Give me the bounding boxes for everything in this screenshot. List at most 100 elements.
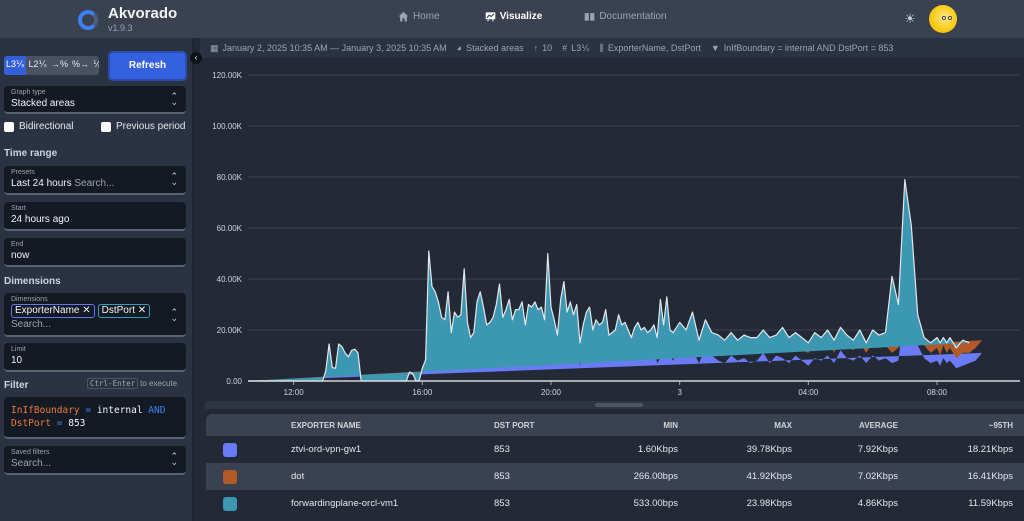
table-row[interactable]: dot 853 266.00bps 41.92Kbps 7.02Kbps 16.… bbox=[206, 463, 1024, 490]
funnel-icon: ▼ bbox=[710, 43, 720, 53]
nav-documentation-label: Documentation bbox=[599, 11, 667, 22]
p95-cell: 16.41Kbps bbox=[967, 471, 1013, 482]
avatar-eye bbox=[942, 16, 946, 20]
unit-l3-bps[interactable]: L3⅟ₛ bbox=[4, 56, 27, 75]
filter-hint: Ctrl-Enter to execute bbox=[87, 378, 178, 389]
y-tick-label: 40.00K bbox=[217, 275, 243, 284]
refresh-button[interactable]: Refresh bbox=[108, 51, 187, 81]
average-cell: 4.86Kbps bbox=[857, 498, 898, 509]
dimension-tag-exportername[interactable]: ExporterName ✕ bbox=[11, 304, 95, 318]
graph-type-value: Stacked areas bbox=[11, 98, 75, 109]
x-tick-label: 16:00 bbox=[412, 388, 433, 397]
dst-port-cell: 853 bbox=[494, 471, 510, 482]
limit-field[interactable]: Limit 10 bbox=[4, 343, 186, 372]
end-field[interactable]: End now bbox=[4, 238, 186, 267]
saved-filters-search-input[interactable]: Search... bbox=[11, 458, 51, 469]
nav-home[interactable]: Home bbox=[398, 11, 440, 22]
unit-pps[interactable]: ⅟ₚ bbox=[91, 56, 99, 75]
col-dst-port[interactable]: DST PORT bbox=[494, 421, 590, 430]
col-min[interactable]: MIN bbox=[590, 421, 678, 430]
presets-select[interactable]: Presets Last 24 hours Search... ⌃ ⌄ bbox=[4, 166, 186, 195]
filter-token: InIfBoundary bbox=[11, 405, 80, 416]
col-exporter-name[interactable]: EXPORTER NAME bbox=[291, 421, 494, 430]
filter-heading: Filter bbox=[4, 380, 29, 391]
request-summary-bar: ▦ January 2, 2025 10:35 AM — January 3, 2… bbox=[200, 38, 1024, 58]
exporter-name-cell: ztvi-ord-vpn-gw1 bbox=[291, 444, 362, 455]
graph-type-select[interactable]: Graph type Stacked areas ⌃ ⌄ bbox=[4, 86, 186, 114]
filter-token: AND bbox=[148, 405, 166, 416]
nav-visualize-label: Visualize bbox=[499, 11, 543, 22]
pie-chart-icon: ◕ bbox=[456, 43, 463, 53]
saved-filters-select[interactable]: Saved filters Search... ⌃ ⌄ bbox=[4, 446, 186, 475]
dimensions-search-input[interactable]: Search... bbox=[11, 319, 51, 330]
max-cell: 39.78Kbps bbox=[746, 444, 792, 455]
table-row[interactable]: ztvi-ord-vpn-gw1 853 1.60Kbps 39.78Kbps … bbox=[206, 436, 1024, 463]
unit-in-percent[interactable]: →% bbox=[49, 56, 70, 75]
hash-icon: # bbox=[562, 43, 568, 53]
close-icon[interactable]: ✕ bbox=[82, 305, 90, 316]
top-navbar: Akvorado v1.9.3 Home Visualize Documenta… bbox=[0, 0, 1024, 38]
y-tick-label: 20.00K bbox=[217, 326, 243, 335]
filter-token: internal bbox=[96, 405, 149, 416]
dimensions-select[interactable]: Dimensions ExporterName ✕ DstPort ✕ Searc… bbox=[4, 293, 186, 337]
chart-icon bbox=[485, 12, 495, 22]
dimensions-tags: ExporterName ✕ DstPort ✕ bbox=[11, 304, 153, 318]
avatar[interactable] bbox=[929, 5, 957, 33]
traffic-chart[interactable]: 0.00 20.00K 40.00K 60.00K 80.00K 100.00K 120.0… bbox=[200, 58, 1024, 398]
series-color-swatch bbox=[223, 442, 237, 457]
presets-search-input[interactable]: Search... bbox=[74, 178, 114, 189]
unit-out-percent[interactable]: %→ bbox=[70, 56, 91, 75]
start-field[interactable]: Start 24 hours ago bbox=[4, 202, 186, 231]
sun-icon[interactable]: ☀ bbox=[903, 12, 917, 26]
graph-type-label: Graph type bbox=[11, 89, 46, 96]
filter-token: = bbox=[51, 418, 69, 429]
start-value[interactable]: 24 hours ago bbox=[11, 214, 69, 225]
limit-value[interactable]: 10 bbox=[11, 355, 22, 366]
x-tick-label: 20:00 bbox=[541, 388, 562, 397]
limit-label: Limit bbox=[11, 346, 26, 353]
col-95th[interactable]: ~95TH bbox=[898, 421, 1013, 430]
bidirectional-label: Bidirectional bbox=[19, 121, 74, 132]
min-cell: 266.00bps bbox=[633, 471, 678, 482]
close-icon[interactable]: ✕ bbox=[138, 305, 146, 316]
nav-documentation[interactable]: Documentation bbox=[584, 11, 667, 22]
col-max[interactable]: MAX bbox=[678, 421, 792, 430]
app-version: v1.9.3 bbox=[108, 23, 133, 33]
start-label: Start bbox=[11, 205, 26, 212]
end-value[interactable]: now bbox=[11, 250, 29, 261]
calendar-icon: ▦ bbox=[210, 42, 219, 53]
unit-selector[interactable]: L3⅟ₛ L2⅟ₛ →% %→ ⅟ₚ bbox=[4, 56, 99, 75]
bidirectional-checkbox-row[interactable]: Bidirectional bbox=[4, 121, 73, 132]
summary-time-range: ▦ January 2, 2025 10:35 AM — January 3, 2… bbox=[210, 43, 447, 54]
filter-hint-text: to execute bbox=[140, 379, 178, 388]
brand[interactable]: Akvorado v1.9.3 bbox=[78, 5, 177, 34]
exporter-name-cell: dot bbox=[291, 471, 305, 482]
collapse-sidebar-button[interactable]: ‹ bbox=[190, 52, 202, 64]
col-average[interactable]: AVERAGE bbox=[792, 421, 898, 430]
resize-handle[interactable] bbox=[595, 403, 643, 407]
previous-period-checkbox-row[interactable]: Previous period bbox=[101, 121, 185, 132]
y-tick-label: 80.00K bbox=[217, 173, 243, 182]
filter-token: = bbox=[79, 405, 97, 416]
nav-visualize[interactable]: Visualize bbox=[485, 11, 543, 22]
home-icon bbox=[398, 11, 409, 22]
filter-editor[interactable]: InIfBoundary = internal AND DstPort = 853 bbox=[4, 397, 186, 439]
summary-limit: ↑ 10 bbox=[534, 43, 553, 53]
previous-period-checkbox[interactable] bbox=[101, 121, 111, 132]
max-cell: 23.98Kbps bbox=[746, 498, 792, 509]
chevron-up-down-icon: ⌃ ⌄ bbox=[170, 171, 178, 187]
min-cell: 1.60Kbps bbox=[637, 444, 678, 455]
dimensions-heading: Dimensions bbox=[4, 276, 61, 287]
time-range-heading: Time range bbox=[4, 148, 58, 159]
stacked-area-chart[interactable]: 0.00 20.00K 40.00K 60.00K 80.00K 100.00K 120.0… bbox=[200, 58, 1024, 398]
table-row[interactable]: forwardingplane-orcl-vm1 853 533.00bps 2… bbox=[206, 490, 1024, 517]
p95-cell: 18.21Kbps bbox=[967, 444, 1013, 455]
dimension-tag-dstport[interactable]: DstPort ✕ bbox=[97, 304, 151, 318]
series-color-swatch bbox=[223, 469, 237, 484]
bidirectional-checkbox[interactable] bbox=[4, 121, 14, 132]
x-tick-label: 04:00 bbox=[798, 388, 819, 397]
y-tick-label: 100.00K bbox=[212, 122, 242, 131]
chevron-up-down-icon: ⌃ ⌄ bbox=[170, 91, 178, 107]
summary-filter: ▼ InIfBoundary = internal AND DstPort = 8… bbox=[711, 43, 894, 53]
unit-l2-bps[interactable]: L2⅟ₛ bbox=[26, 56, 48, 75]
